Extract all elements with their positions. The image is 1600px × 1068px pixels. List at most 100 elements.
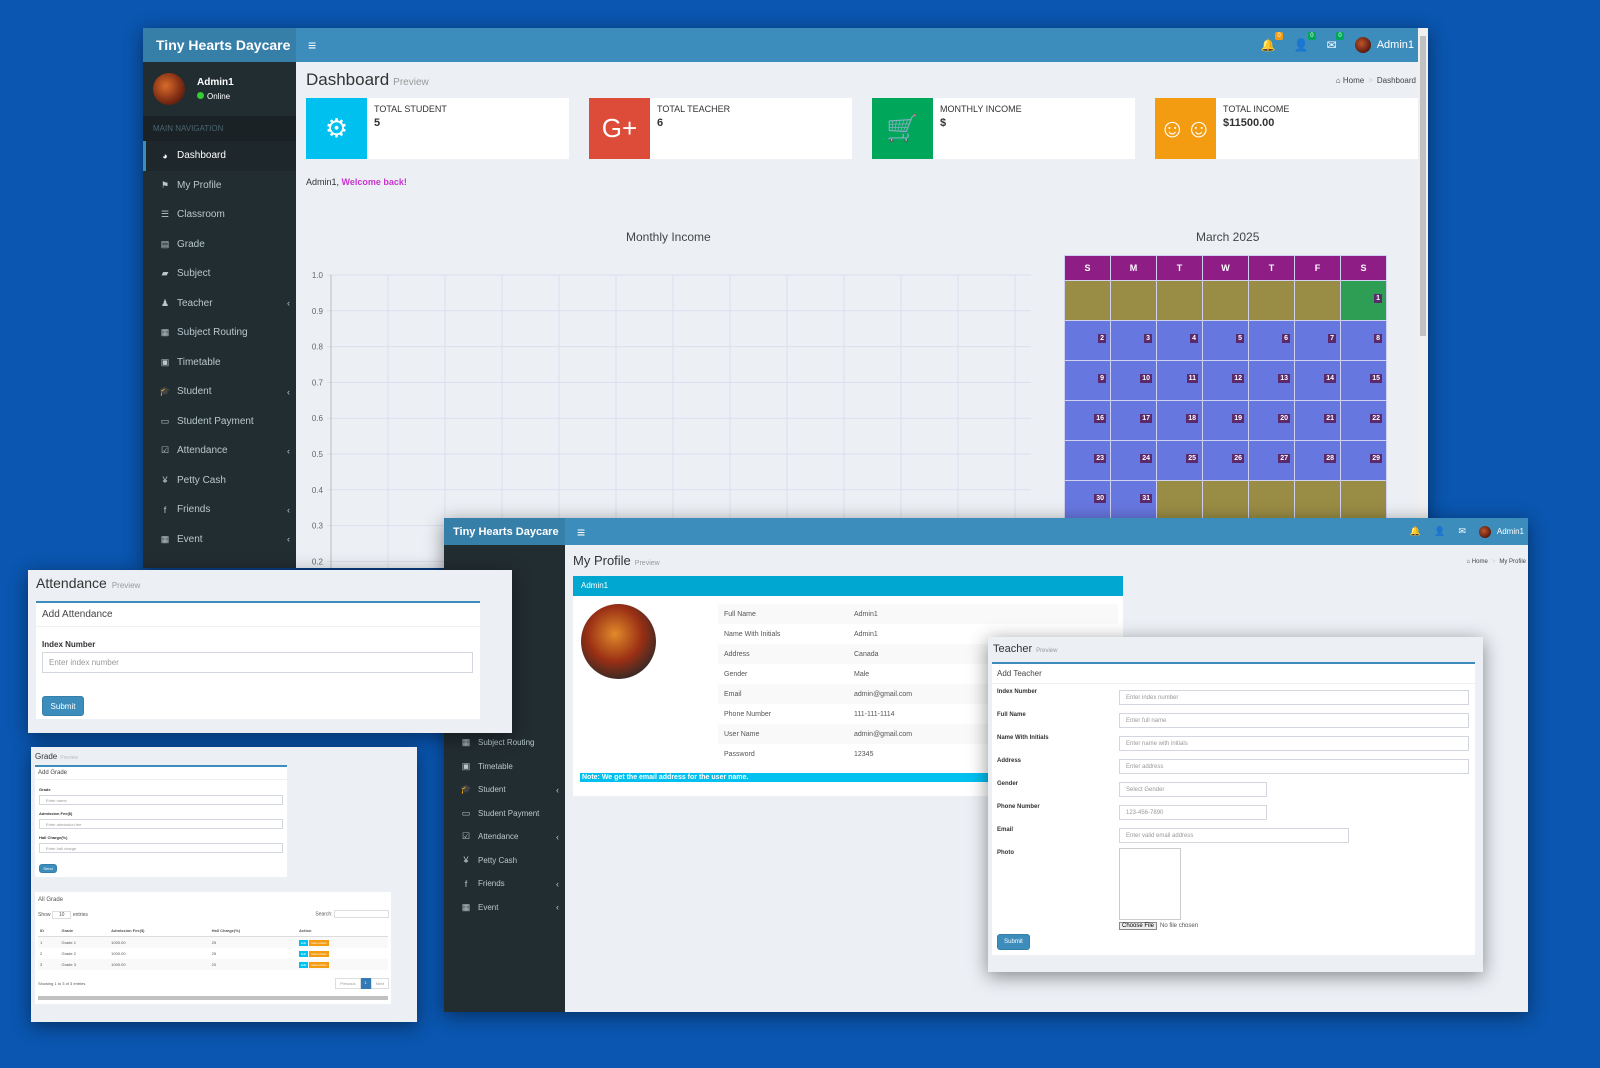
next-page-button[interactable]: Next — [370, 978, 389, 989]
calendar-day[interactable]: 10 — [1110, 360, 1157, 401]
calendar-day[interactable]: 28 — [1294, 440, 1341, 481]
sidebar-item-my-profile[interactable]: ⚑ My Profile — [143, 171, 296, 201]
breadcrumb-home[interactable]: Home — [1472, 559, 1488, 565]
calendar-day[interactable] — [1064, 280, 1111, 321]
user-plus-icon[interactable]: 👤 — [1434, 526, 1445, 537]
calendar-day[interactable]: 6 — [1248, 320, 1295, 361]
calendar-day[interactable]: 4 — [1156, 320, 1203, 361]
sidebar-item-attendance[interactable]: ☑ Attendance ‹ — [444, 825, 565, 849]
calendar-day[interactable]: 24 — [1110, 440, 1157, 481]
calendar-day[interactable] — [1110, 280, 1157, 321]
previous-page-button[interactable]: Previous — [334, 978, 361, 989]
input-email[interactable]: Enter valid email address — [1119, 828, 1349, 843]
breadcrumb-home[interactable]: Home — [1343, 76, 1364, 85]
input-phone-number[interactable]: 123-456-7890 — [1119, 805, 1267, 820]
calendar-day[interactable]: 15 — [1340, 360, 1387, 401]
sidebar-item-attendance[interactable]: ☑ Attendance ‹ — [143, 436, 296, 466]
calendar-day[interactable] — [1248, 480, 1295, 521]
calendar-day[interactable] — [1340, 480, 1387, 521]
calendar-day[interactable]: 13 — [1248, 360, 1295, 401]
calendar-day[interactable]: 7 — [1294, 320, 1341, 361]
sidebar-item-friends[interactable]: f Friends ‹ — [143, 495, 296, 525]
sidebar-item-subject-routing[interactable]: ▦ Subject Routing — [143, 318, 296, 348]
input-field[interactable]: Enter hall charge — [39, 843, 283, 853]
sidebar-item-petty-cash[interactable]: ¥ Petty Cash — [444, 849, 565, 873]
calendar-day[interactable] — [1294, 480, 1341, 521]
column-header[interactable]: Admission Fee($) — [109, 925, 210, 937]
envelope-icon[interactable]: ✉ 0 — [1327, 32, 1344, 52]
calendar-day[interactable]: 31 — [1110, 480, 1157, 521]
edit-button[interactable]: Edit — [299, 939, 309, 946]
calendar-day[interactable]: 3 — [1110, 320, 1157, 361]
input-field[interactable]: Enter name — [39, 795, 283, 805]
sidebar-item-friends[interactable]: f Friends ‹ — [444, 872, 565, 896]
menu-toggle-icon[interactable]: ≡ — [577, 524, 585, 540]
index-number-input[interactable]: Enter index number — [42, 652, 473, 673]
sidebar-item-petty-cash[interactable]: ¥ Petty Cash — [143, 466, 296, 496]
sidebar-item-subject-routing[interactable]: ▦ Subject Routing — [444, 731, 565, 755]
sidebar-item-event[interactable]: ▦ Event ‹ — [444, 896, 565, 920]
sidebar-item-student-payment[interactable]: ▭ Student Payment — [143, 407, 296, 437]
entries-select[interactable]: 10 — [51, 911, 72, 919]
calendar-day[interactable] — [1248, 280, 1295, 321]
calendar-day[interactable]: 14 — [1294, 360, 1341, 401]
calendar-day[interactable]: 29 — [1340, 440, 1387, 481]
calendar-day[interactable]: 8 — [1340, 320, 1387, 361]
calendar-day[interactable]: 16 — [1064, 400, 1111, 441]
sidebar-item-event[interactable]: ▦ Event ‹ — [143, 525, 296, 555]
calendar-day[interactable]: 26 — [1202, 440, 1249, 481]
view-others-button[interactable]: View others — [309, 961, 329, 968]
calendar-day[interactable] — [1202, 480, 1249, 521]
view-others-button[interactable]: View others — [309, 950, 329, 957]
sidebar-item-grade[interactable]: ▤ Grade — [143, 230, 296, 260]
search-input[interactable] — [334, 910, 389, 918]
input-index-number[interactable]: Enter index number — [1119, 690, 1469, 705]
file-input[interactable]: Choose File No file chosen — [1119, 922, 1198, 930]
column-header[interactable]: Grade — [59, 925, 110, 937]
column-header[interactable]: ID — [38, 925, 60, 937]
sidebar-item-student-payment[interactable]: ▭ Student Payment — [444, 802, 565, 826]
sidebar-item-classroom[interactable]: ☰ Classroom — [143, 200, 296, 230]
column-header[interactable]: Hall Charge(%) — [209, 925, 297, 937]
input-name-with-initials[interactable]: Enter name with initials — [1119, 736, 1469, 751]
calendar-day[interactable] — [1202, 280, 1249, 321]
calendar-day[interactable]: 30 — [1064, 480, 1111, 521]
column-header[interactable]: Action — [297, 925, 388, 937]
scrollbar[interactable] — [1418, 28, 1428, 568]
send-button[interactable]: Send — [39, 864, 57, 873]
calendar-day[interactable] — [1156, 280, 1203, 321]
calendar-day[interactable]: 21 — [1294, 400, 1341, 441]
scrollbar-thumb[interactable] — [1420, 36, 1426, 336]
page-1-button[interactable]: 1 — [360, 978, 371, 989]
bell-icon[interactable]: 🔔 — [1410, 526, 1421, 537]
calendar-day[interactable]: 11 — [1156, 360, 1203, 401]
calendar-day[interactable]: 2 — [1064, 320, 1111, 361]
calendar-day[interactable] — [1294, 280, 1341, 321]
user-menu[interactable]: Admin1 — [1354, 37, 1414, 53]
calendar-day[interactable]: 5 — [1202, 320, 1249, 361]
calendar-day[interactable]: 22 — [1340, 400, 1387, 441]
brand-logo[interactable]: Tiny Hearts Daycare — [143, 28, 296, 62]
submit-button[interactable]: Submit — [997, 934, 1030, 950]
calendar-day[interactable]: 12 — [1202, 360, 1249, 401]
sidebar-item-teacher[interactable]: ♟ Teacher ‹ — [143, 289, 296, 319]
sidebar-item-subject[interactable]: ▰ Subject — [143, 259, 296, 289]
submit-button[interactable]: Submit — [42, 696, 84, 716]
calendar-day[interactable]: 18 — [1156, 400, 1203, 441]
horizontal-scrollbar[interactable] — [38, 996, 388, 1000]
brand-logo[interactable]: Tiny Hearts Daycare — [444, 518, 565, 545]
calendar-day[interactable]: 27 — [1248, 440, 1295, 481]
user-menu[interactable]: Admin1 — [1478, 525, 1524, 538]
input-full-name[interactable]: Enter full name — [1119, 713, 1469, 728]
calendar-day[interactable]: 25 — [1156, 440, 1203, 481]
envelope-icon[interactable]: ✉ — [1458, 526, 1466, 537]
input-field[interactable]: Enter admission fee — [39, 819, 283, 829]
calendar-day[interactable]: 17 — [1110, 400, 1157, 441]
edit-button[interactable]: Edit — [299, 961, 309, 968]
menu-toggle-icon[interactable]: ≡ — [308, 37, 316, 53]
calendar-day[interactable]: 9 — [1064, 360, 1111, 401]
choose-file-button[interactable]: Choose File — [1119, 922, 1158, 930]
calendar-day[interactable]: 19 — [1202, 400, 1249, 441]
calendar-day[interactable]: 20 — [1248, 400, 1295, 441]
calendar-day[interactable]: 23 — [1064, 440, 1111, 481]
